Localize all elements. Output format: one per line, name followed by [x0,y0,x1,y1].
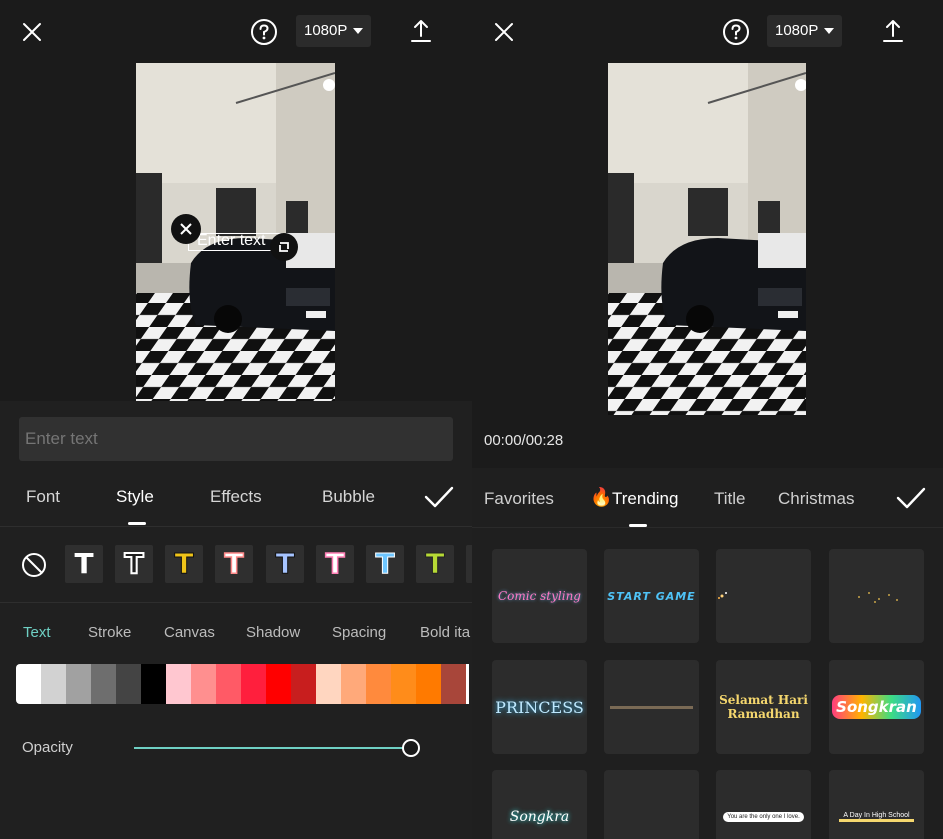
template-empty[interactable] [604,770,699,839]
template-category-tabs: Favorites 🔥 Trending Title Christmas [472,468,943,528]
template-gold-dust[interactable] [829,549,924,643]
color-swatch[interactable] [441,664,466,704]
tab-style[interactable]: Style [116,487,154,507]
text-style-pink[interactable]: T [316,545,354,583]
color-swatch[interactable] [366,664,391,704]
fire-icon: 🔥 [590,487,613,507]
tab-trending[interactable]: Trending [612,489,678,509]
text-style-blue[interactable]: T [366,545,404,583]
text-editor-panel: 1080P Enter text Enter text Font Style E… [0,0,472,839]
text-style-white[interactable]: T [65,545,103,583]
template-songkra-script[interactable]: Songkra [492,770,587,839]
subtab-shadow[interactable]: Shadow [246,624,300,641]
tab-effects[interactable]: Effects [210,487,262,507]
check-icon[interactable] [424,485,454,509]
tab-font[interactable]: Font [26,487,60,507]
template-script-line[interactable] [604,660,699,754]
template-love-note[interactable]: You are the only one I love. [716,770,811,839]
text-style-green[interactable]: T [416,545,454,583]
overlay-delete-button[interactable] [171,214,201,244]
template-start-game[interactable]: START GAME [604,549,699,643]
subtab-canvas[interactable]: Canvas [164,624,215,641]
close-icon [180,223,192,235]
close-icon[interactable] [22,22,42,42]
text-template-panel: 1080P 00:00/00:28 Favorites 🔥 Trending T… [472,0,943,839]
template-princess[interactable]: PRINCESS [492,660,587,754]
tab-title[interactable]: Title [714,489,746,509]
subtab-text[interactable]: Text [23,624,51,641]
color-swatch[interactable] [91,664,116,704]
rotate-scale-icon [279,242,289,252]
color-swatch[interactable] [66,664,91,704]
overlay-scale-button[interactable] [270,233,298,261]
text-style-lightblue[interactable]: T [266,545,304,583]
export-icon[interactable] [409,18,433,44]
template-high-school[interactable]: A Day In High School [829,770,924,839]
style-subtabs: Text Stroke Canvas Shadow Spacing Bold i… [0,603,472,659]
chevron-down-icon [353,28,364,34]
top-bar: 1080P [0,0,472,62]
top-bar: 1080P [472,0,943,62]
active-tab-indicator [128,522,146,525]
color-swatch[interactable] [266,664,291,704]
template-selamat-hari-ramadhan[interactable]: Selamat Hari Ramadhan [716,660,811,754]
color-swatch[interactable] [391,664,416,704]
color-swatch[interactable] [116,664,141,704]
subtab-stroke[interactable]: Stroke [88,624,131,641]
gold-dust-icon [858,592,898,603]
subtab-spacing[interactable]: Spacing [332,624,386,641]
script-line-decoration [610,706,693,709]
active-tab-indicator [629,524,647,527]
color-swatch[interactable] [216,664,241,704]
overlay-text: Enter text [197,232,266,249]
tab-christmas[interactable]: Christmas [778,489,855,509]
tab-favorites[interactable]: Favorites [484,489,554,509]
template-sparkle[interactable] [716,549,811,643]
color-swatch[interactable] [466,664,469,704]
text-input[interactable] [19,417,453,461]
text-style-presets: T T T T T T T T [0,527,472,603]
tab-bubble[interactable]: Bubble [322,487,375,507]
template-songkran[interactable]: Songkran [829,660,924,754]
opacity-slider-track[interactable] [134,747,404,749]
color-swatch[interactable] [16,664,41,704]
resolution-dropdown[interactable]: 1080P [767,15,843,47]
color-swatch[interactable] [291,664,316,704]
playback-timecode: 00:00/00:28 [484,432,564,449]
color-swatch[interactable] [416,664,441,704]
subtab-bold-italic[interactable]: Bold ita [420,624,470,641]
color-swatch[interactable] [316,664,341,704]
video-preview[interactable]: Enter text [136,63,335,401]
text-style-pink-outline[interactable]: T [215,545,253,583]
text-editor-sheet: Font Style Effects Bubble T T T T T T T … [0,401,472,839]
resolution-dropdown[interactable]: 1080P [296,15,372,47]
editor-tabs: Font Style Effects Bubble [0,461,472,527]
color-swatch[interactable] [341,664,366,704]
sparkle-icon [718,592,727,599]
export-icon[interactable] [881,18,905,44]
template-comic-styling[interactable]: Comic styling [492,549,587,643]
no-style-icon[interactable] [21,552,47,578]
opacity-label: Opacity [22,739,73,756]
chevron-down-icon [824,28,835,34]
text-style-yellow[interactable]: T [165,545,203,583]
color-palette [16,664,469,704]
color-swatch[interactable] [141,664,166,704]
help-icon[interactable] [250,18,278,46]
color-swatch[interactable] [166,664,191,704]
template-sheet: Favorites 🔥 Trending Title Christmas Com… [472,468,943,839]
garage-scene-image [608,63,806,415]
color-swatch[interactable] [241,664,266,704]
close-icon[interactable] [494,22,514,42]
check-icon[interactable] [896,486,926,510]
opacity-slider-handle[interactable] [402,739,420,757]
color-swatch[interactable] [191,664,216,704]
color-swatch[interactable] [41,664,66,704]
help-icon[interactable] [722,18,750,46]
resolution-label: 1080P [304,22,348,39]
text-style-outline[interactable]: T [115,545,153,583]
resolution-label: 1080P [775,22,819,39]
video-preview[interactable] [608,63,806,415]
text-overlay-box[interactable]: Enter text [188,232,283,251]
